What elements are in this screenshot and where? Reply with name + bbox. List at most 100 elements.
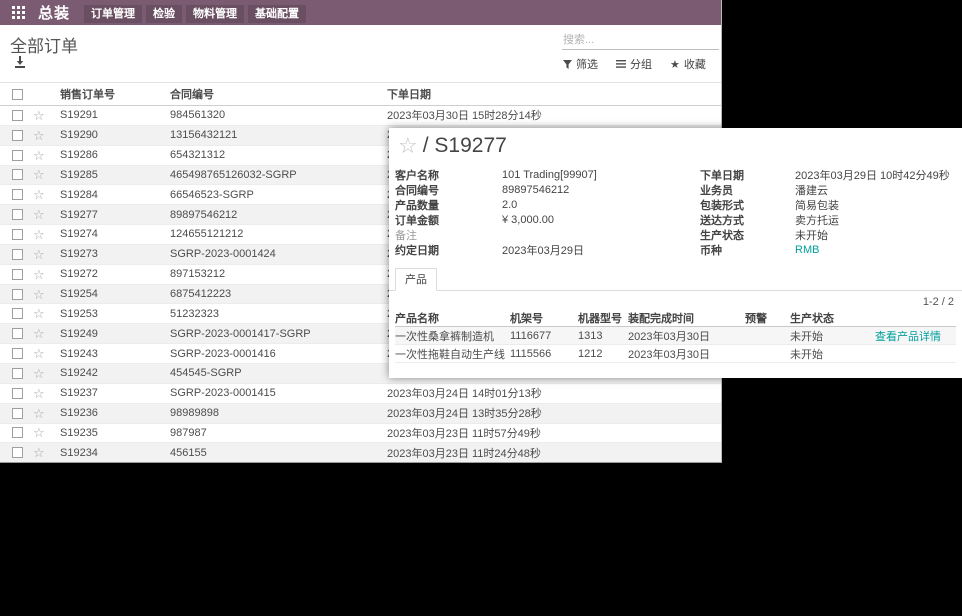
product-model-cell: 1313 — [578, 330, 628, 342]
contract-number-cell: SGRP-2023-0001416 — [170, 348, 387, 360]
contract-number-cell: SGRP-2023-0001415 — [170, 387, 387, 399]
row-checkbox[interactable] — [12, 249, 23, 260]
row-checkbox[interactable] — [12, 348, 23, 359]
row-checkbox-cell — [0, 348, 33, 359]
row-star-icon[interactable]: ☆ — [33, 347, 60, 360]
field-row-right: 包装形式简易包装 — [700, 197, 955, 212]
field-row-right: 送达方式卖方托运 — [700, 212, 955, 227]
row-star-icon[interactable]: ☆ — [33, 426, 60, 439]
contract-number-cell: 465498765126032-SGRP — [170, 169, 387, 181]
apps-grid-icon[interactable] — [0, 6, 30, 19]
product-row[interactable]: 一次性拖鞋自动生产线111556612122023年03月30日未开始 — [395, 345, 956, 363]
table-row[interactable]: ☆S19236989898982023年03月24日 13时35分28秒 — [0, 404, 721, 424]
order-detail-panel: ☆ / S19277 客户名称101 Trading[99907]合同编号898… — [389, 128, 962, 378]
group-by-label: 分组 — [630, 56, 652, 72]
row-checkbox[interactable] — [12, 229, 23, 240]
field-row-right: 业务员潘建云 — [700, 182, 955, 197]
select-all-checkbox[interactable] — [12, 89, 23, 100]
table-row[interactable]: ☆S192919845613202023年03月30日 15时28分14秒 — [0, 106, 721, 126]
contract-number-cell: 897153212 — [170, 268, 387, 280]
menu-item-3[interactable]: 基础配置 — [248, 5, 306, 23]
row-star-icon[interactable]: ☆ — [33, 327, 60, 340]
row-star-icon[interactable]: ☆ — [33, 129, 60, 142]
row-checkbox[interactable] — [12, 110, 23, 121]
table-row[interactable]: ☆S192344561552023年03月23日 11时24分48秒 — [0, 443, 721, 463]
row-star-icon[interactable]: ☆ — [33, 367, 60, 380]
order-number-cell: S19272 — [60, 268, 170, 280]
screen: { "app": { "name": "总装", "menus": [ { "l… — [0, 0, 962, 616]
order-number-cell: S19290 — [60, 129, 170, 141]
product-status-cell: 未开始 — [790, 328, 875, 344]
view-product-details-link[interactable]: 查看产品详情 — [875, 331, 941, 343]
row-checkbox-cell — [0, 427, 33, 438]
row-checkbox[interactable] — [12, 189, 23, 200]
row-checkbox[interactable] — [12, 447, 23, 458]
field-value[interactable]: RMB — [795, 244, 819, 256]
row-checkbox[interactable] — [12, 130, 23, 141]
row-star-icon[interactable]: ☆ — [33, 188, 60, 201]
menu-item-2[interactable]: 物料管理 — [186, 5, 244, 23]
field-value: 卖方托运 — [795, 212, 839, 228]
row-checkbox[interactable] — [12, 308, 23, 319]
product-rack-cell: 1116677 — [510, 330, 578, 342]
row-checkbox[interactable] — [12, 209, 23, 220]
row-star-icon[interactable]: ☆ — [33, 268, 60, 281]
order-number-cell: S19274 — [60, 228, 170, 240]
table-row[interactable]: ☆S19237SGRP-2023-00014152023年03月24日 14时0… — [0, 384, 721, 404]
row-star-icon[interactable]: ☆ — [33, 407, 60, 420]
row-checkbox[interactable] — [12, 388, 23, 399]
filter-button[interactable]: 筛选 — [563, 56, 598, 72]
row-star-icon[interactable]: ☆ — [33, 307, 60, 320]
product-column-model: 机器型号 — [578, 310, 628, 326]
field-label: 客户名称 — [395, 167, 502, 183]
row-checkbox[interactable] — [12, 427, 23, 438]
row-star-icon[interactable]: ☆ — [33, 149, 60, 162]
table-row[interactable]: ☆S192359879872023年03月23日 11时57分49秒 — [0, 424, 721, 444]
favorites-button[interactable]: ★ 收藏 — [670, 56, 706, 72]
row-checkbox[interactable] — [12, 150, 23, 161]
field-value: ¥ 3,000.00 — [502, 214, 554, 226]
row-checkbox[interactable] — [12, 169, 23, 180]
order-number-cell: S19285 — [60, 169, 170, 181]
field-label: 约定日期 — [395, 242, 502, 258]
order-number-cell: S19243 — [60, 348, 170, 360]
contract-number-cell: SGRP-2023-0001424 — [170, 248, 387, 260]
row-star-icon[interactable]: ☆ — [33, 208, 60, 221]
product-done-time-cell: 2023年03月30日 — [628, 328, 745, 344]
field-value: 简易包装 — [795, 197, 839, 213]
export-download-icon[interactable] — [14, 56, 26, 68]
menu-item-0[interactable]: 订单管理 — [84, 5, 142, 23]
order-number-cell: S19237 — [60, 387, 170, 399]
row-star-icon[interactable]: ☆ — [33, 288, 60, 301]
search-input[interactable] — [562, 32, 719, 50]
row-checkbox[interactable] — [12, 368, 23, 379]
row-star-icon[interactable]: ☆ — [33, 228, 60, 241]
field-row-left: 备注 — [395, 227, 685, 242]
row-star-icon[interactable]: ☆ — [33, 168, 60, 181]
favorite-toggle-icon[interactable]: ☆ — [398, 135, 418, 157]
column-header-order[interactable]: 销售订单号 — [60, 86, 170, 102]
row-checkbox[interactable] — [12, 328, 23, 339]
row-checkbox[interactable] — [12, 269, 23, 280]
row-checkbox[interactable] — [12, 289, 23, 300]
order-number-cell: S19277 — [60, 209, 170, 221]
order-number-cell: S19236 — [60, 407, 170, 419]
product-row[interactable]: 一次性桑拿裤制造机111667713132023年03月30日未开始查看产品详情 — [395, 327, 956, 345]
field-value: 2.0 — [502, 199, 517, 211]
contract-number-cell: 987987 — [170, 427, 387, 439]
row-checkbox[interactable] — [12, 408, 23, 419]
detail-tabbar: 产品 — [389, 268, 962, 291]
row-star-icon[interactable]: ☆ — [33, 109, 60, 122]
column-header-contract[interactable]: 合同编号 — [170, 86, 387, 102]
tab-products[interactable]: 产品 — [395, 268, 437, 291]
row-star-icon[interactable]: ☆ — [33, 248, 60, 261]
row-star-icon[interactable]: ☆ — [33, 446, 60, 459]
contract-number-cell: 454545-SGRP — [170, 367, 387, 379]
field-row-right: 生产状态未开始 — [700, 227, 955, 242]
row-checkbox-cell — [0, 289, 33, 300]
group-by-button[interactable]: 分组 — [616, 56, 652, 72]
contract-number-cell: 13156432121 — [170, 129, 387, 141]
row-star-icon[interactable]: ☆ — [33, 387, 60, 400]
column-header-date[interactable]: 下单日期 — [387, 86, 721, 102]
menu-item-1[interactable]: 检验 — [146, 5, 182, 23]
